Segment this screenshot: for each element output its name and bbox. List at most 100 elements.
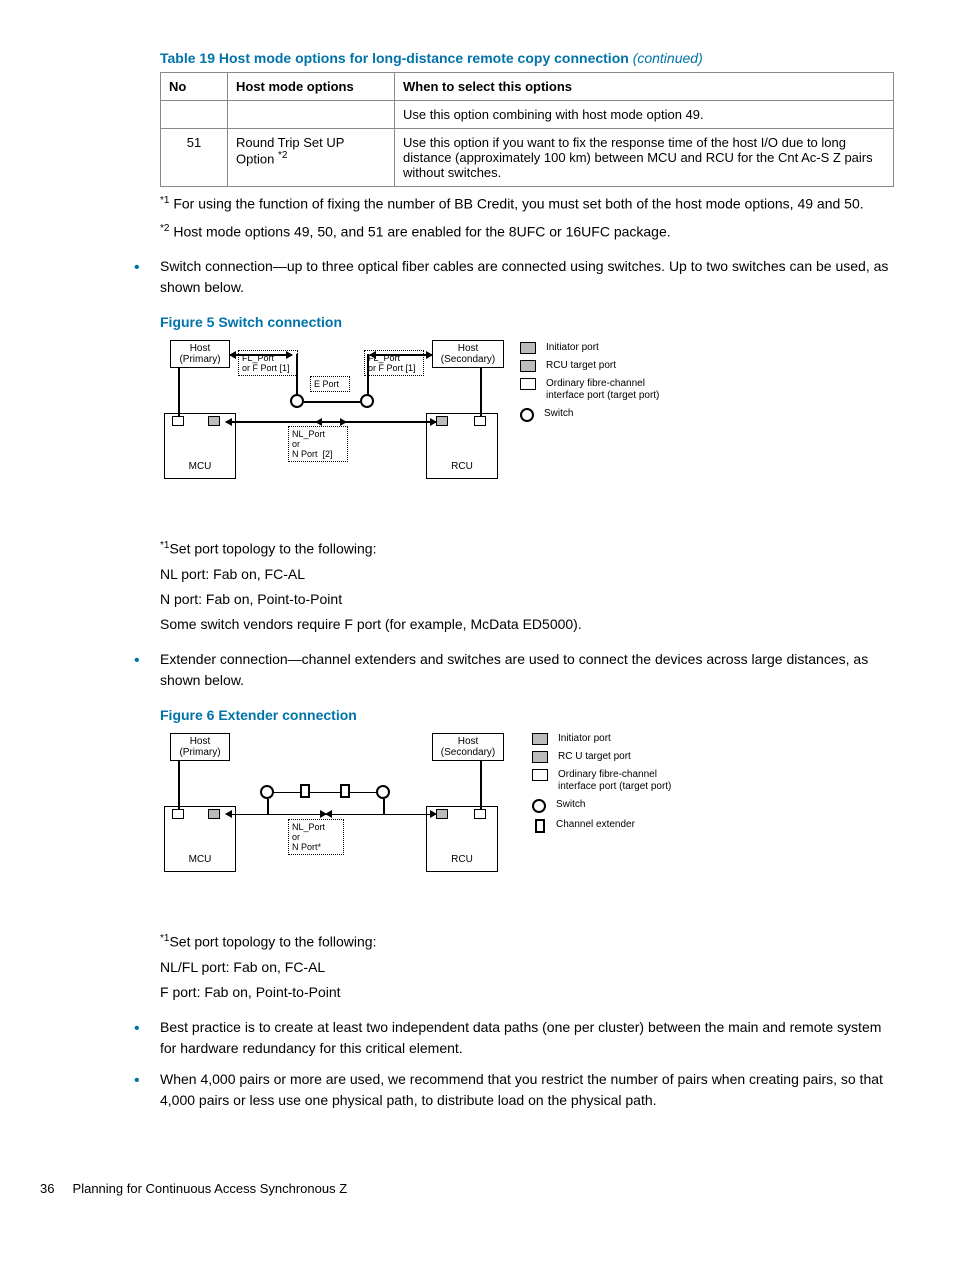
ordinary-port-icon [520,378,536,390]
cell-no: 51 [161,129,228,187]
figure6-block: Figure 6 Extender connection Host (Prima… [160,707,894,1003]
fig5-note-1: *1Set port topology to the following: [160,538,894,560]
legend-row: Initiator port [520,342,676,354]
content: Table 19 Host mode options for long-dist… [160,50,894,242]
bullet-extender-connection: Extender connection—channel extenders an… [130,649,894,691]
initiator-port-icon [532,733,548,745]
fig6-note-3: F port: Fab on, Point-to-Point [160,982,894,1003]
opt-sup: *2 [278,150,287,161]
extender-icon [300,784,310,798]
switch-icon [260,785,274,799]
legend-label: Initiator port [546,342,599,354]
line [370,354,432,356]
cell-opt [228,101,395,129]
figure-5-caption: Figure 5 Switch connection [160,314,894,330]
bullet-list: Extender connection—channel extenders an… [130,649,894,691]
switch-2 [360,394,374,408]
mcu-label: MCU [189,461,212,472]
host-secondary: Host (Secondary) [432,340,504,368]
legend-row: Ordinary fibre-channel interface port (t… [520,378,676,402]
line [480,761,482,809]
rcu-label: RCU [451,854,473,865]
footnote-1: *1 For using the function of fixing the … [160,193,894,215]
fn1-sup: *1 [160,195,169,206]
rcu-target-port [436,416,448,426]
figure-5-diagram: Host (Primary) Host (Secondary) MCU RCU … [160,336,678,494]
line [350,792,376,794]
rcu-ordinary-port [474,809,486,819]
fig5-note-4: Some switch vendors require F port (for … [160,614,894,635]
host-secondary: Host (Secondary) [432,733,504,761]
line [310,792,340,794]
mcu-target-port [172,416,184,426]
line [178,761,180,809]
switch-icon [520,408,534,422]
line [226,814,326,816]
cell-when: Use this option if you want to fix the r… [395,129,894,187]
table-row: Use this option combining with host mode… [161,101,894,129]
th-no: No [161,73,228,101]
figure5-legend: Initiator port RCU target port Ordinary … [520,342,676,428]
nl-port-label: NL_Port or N Port* [288,819,344,855]
table-19-caption: Table 19 Host mode options for long-dist… [160,50,894,66]
footnote-2: *2 Host mode options 49, 50, and 51 are … [160,221,894,243]
fn1-text: For using the function of fixing the num… [173,196,863,212]
legend-label: Switch [556,799,585,811]
line [274,792,300,794]
figure5-block: Figure 5 Switch connection Host (Primary… [160,314,894,635]
legend-row: RC U target port [532,751,678,763]
figure-6-caption: Figure 6 Extender connection [160,707,894,723]
fig6-note-1: *1Set port topology to the following: [160,931,894,953]
n1-text: Set port topology to the following: [169,541,376,557]
cell-opt: Round Trip Set UP Option *2 [228,129,395,187]
e-port-label: E Port [310,376,350,392]
mcu-initiator-port [208,809,220,819]
th-when: When to select this options [395,73,894,101]
bullet-pairs: When 4,000 pairs or more are used, we re… [130,1069,894,1111]
legend-row: Channel extender [532,819,678,833]
caption-text: Table 19 Host mode options for long-dist… [160,50,629,66]
fig5-note-3: N port: Fab on, Point-to-Point [160,589,894,610]
bullet-best-practice: Best practice is to create at least two … [130,1017,894,1059]
page-number: 36 [40,1181,54,1196]
switch-icon [376,785,390,799]
table-row: 51 Round Trip Set UP Option *2 Use this … [161,129,894,187]
line [267,799,269,815]
page-footer: 36 Planning for Continuous Access Synchr… [0,1181,954,1196]
line [383,799,385,815]
rcu-ordinary-port [474,416,486,426]
legend-row: RCU target port [520,360,676,372]
table-header-row: No Host mode options When to select this… [161,73,894,101]
mcu-target-port [172,809,184,819]
switch-1 [290,394,304,408]
table-19: No Host mode options When to select this… [160,72,894,187]
ordinary-port-icon [532,769,548,781]
switch-icon [532,799,546,813]
nl-port-label: NL_Port or N Port [2] [288,426,348,462]
line [304,401,360,403]
initiator-port-icon [520,342,536,354]
figure6-legend: Initiator port RC U target port Ordinary… [532,733,678,839]
legend-label: Switch [544,408,573,420]
th-opt: Host mode options [228,73,395,101]
line [230,354,292,356]
legend-label: RCU target port [546,360,616,372]
bullet-list: Switch connection—up to three optical fi… [130,256,894,298]
figure-6-diagram: Host (Primary) Host (Secondary) MCU RCU … [160,729,678,897]
host-primary: Host (Primary) [170,340,230,368]
fn2-text: Host mode options 49, 50, and 51 are ena… [173,223,670,239]
caption-continued: (continued) [633,50,703,66]
section-title: Planning for Continuous Access Synchrono… [73,1181,348,1196]
rcu-target-port [436,809,448,819]
legend-label: Initiator port [558,733,611,745]
host-primary: Host (Primary) [170,733,230,761]
page: Table 19 Host mode options for long-dist… [0,0,954,1151]
fig6-note-2: NL/FL port: Fab on, FC-AL [160,957,894,978]
legend-row: Switch [520,408,676,422]
line [480,368,482,416]
fn2-sup: *2 [160,223,169,234]
opt-text: Round Trip Set UP Option [236,135,344,166]
line [178,368,180,416]
line [296,354,298,396]
line [367,354,369,396]
